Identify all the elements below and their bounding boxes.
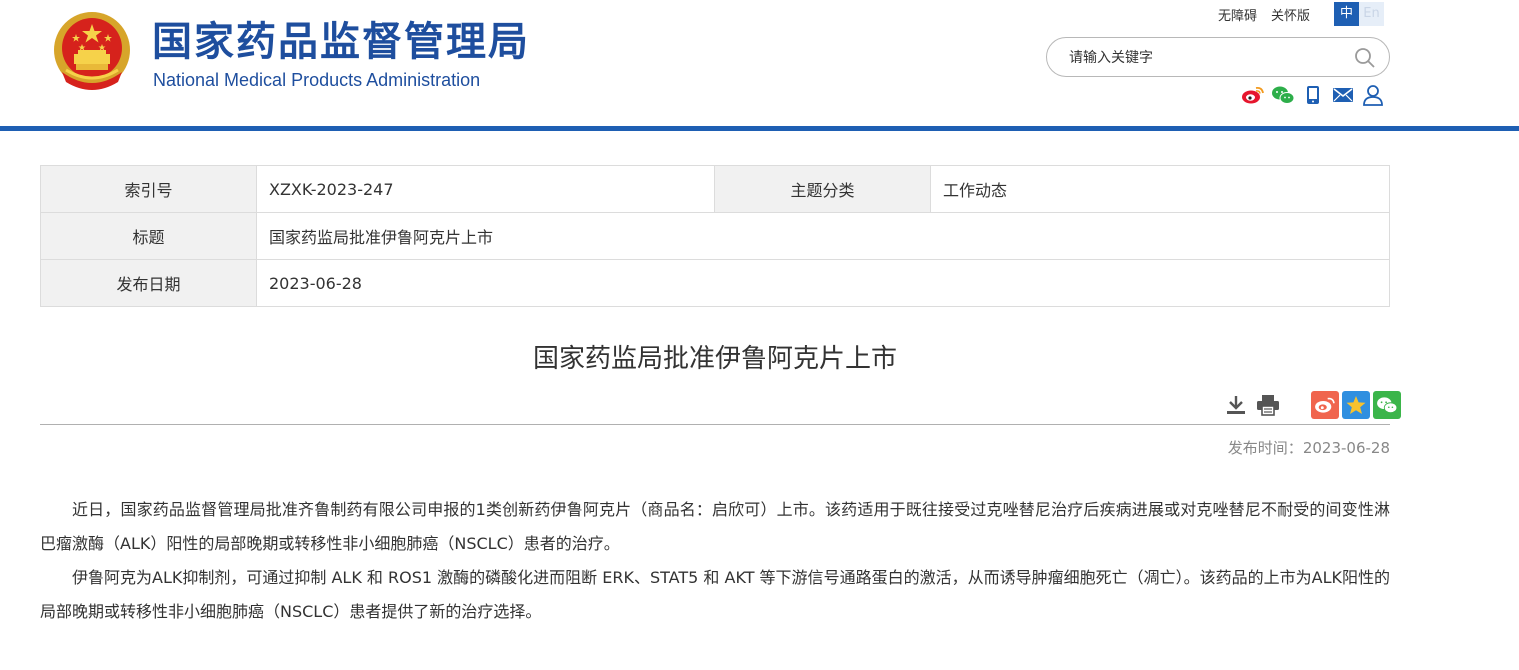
accessibility-link[interactable]: 无障碍: [1218, 9, 1257, 24]
article-title: 国家药监局批准伊鲁阿克片上市: [532, 344, 897, 374]
article-paragraph: 伊鲁阿克为ALK抑制剂，可通过抑制 ALK 和 ROS1 激酶的磷酸化进而阻断 …: [40, 568, 1390, 621]
index-label: 索引号: [40, 165, 257, 213]
index-value: XZXK-2023-247: [256, 165, 715, 213]
site-logo-chinese[interactable]: 国家药品监督管理局: [152, 18, 530, 66]
header-divider: [0, 126, 1519, 131]
lang-chinese-button[interactable]: 中: [1334, 2, 1359, 26]
table-row: 发布日期 2023-06-28: [40, 259, 1390, 307]
site-header: 国家药品监督管理局 National Medical Products Admi…: [0, 0, 1519, 126]
publish-time: 发布时间：2023-06-28: [1160, 437, 1390, 458]
category-label: 主题分类: [714, 165, 931, 213]
article-body: 近日，国家药品监督管理局批准齐鲁制药有限公司申报的1类创新药伊鲁阿克片（商品名：…: [40, 493, 1390, 629]
article-paragraph: 近日，国家药品监督管理局批准齐鲁制药有限公司申报的1类创新药伊鲁阿克片（商品名：…: [40, 500, 1390, 553]
article-tools: [1222, 391, 1401, 419]
lang-english-button[interactable]: En: [1359, 2, 1384, 26]
table-row: 标题 国家药监局批准伊鲁阿克片上市: [40, 212, 1390, 260]
download-icon[interactable]: [1222, 391, 1250, 419]
weibo-icon[interactable]: [1241, 84, 1265, 106]
print-icon[interactable]: [1254, 391, 1282, 419]
wechat-icon[interactable]: [1271, 84, 1295, 106]
table-row: 索引号 XZXK-2023-247 主题分类 工作动态: [40, 165, 1390, 213]
title-divider: [40, 424, 1390, 425]
category-value: 工作动态: [930, 165, 1390, 213]
search-input[interactable]: [1069, 47, 1339, 69]
publish-time-label: 发布时间：: [1227, 439, 1303, 457]
mobile-icon[interactable]: [1301, 84, 1325, 106]
social-links: [1241, 84, 1385, 106]
language-switch: 中 En: [1334, 2, 1384, 26]
date-value: 2023-06-28: [256, 259, 1390, 307]
metadata-table: 索引号 XZXK-2023-247 主题分类 工作动态 标题 国家药监局批准伊鲁…: [40, 165, 1390, 307]
site-logo-english[interactable]: National Medical Products Administration: [153, 70, 480, 91]
title-label: 标题: [40, 212, 257, 260]
search-box: [1046, 37, 1390, 77]
search-icon[interactable]: [1353, 46, 1377, 70]
share-qzone-icon[interactable]: [1342, 391, 1370, 419]
date-label: 发布日期: [40, 259, 257, 307]
mail-icon[interactable]: [1331, 84, 1355, 106]
national-emblem-icon: [54, 12, 130, 90]
title-value: 国家药监局批准伊鲁阿克片上市: [256, 212, 1390, 260]
share-wechat-icon[interactable]: [1373, 391, 1401, 419]
user-icon[interactable]: [1361, 84, 1385, 106]
publish-time-value: 2023-06-28: [1302, 439, 1390, 457]
top-links: 无障碍 关怀版: [1218, 5, 1324, 24]
care-mode-link[interactable]: 关怀版: [1271, 9, 1310, 24]
share-weibo-icon[interactable]: [1311, 391, 1339, 419]
